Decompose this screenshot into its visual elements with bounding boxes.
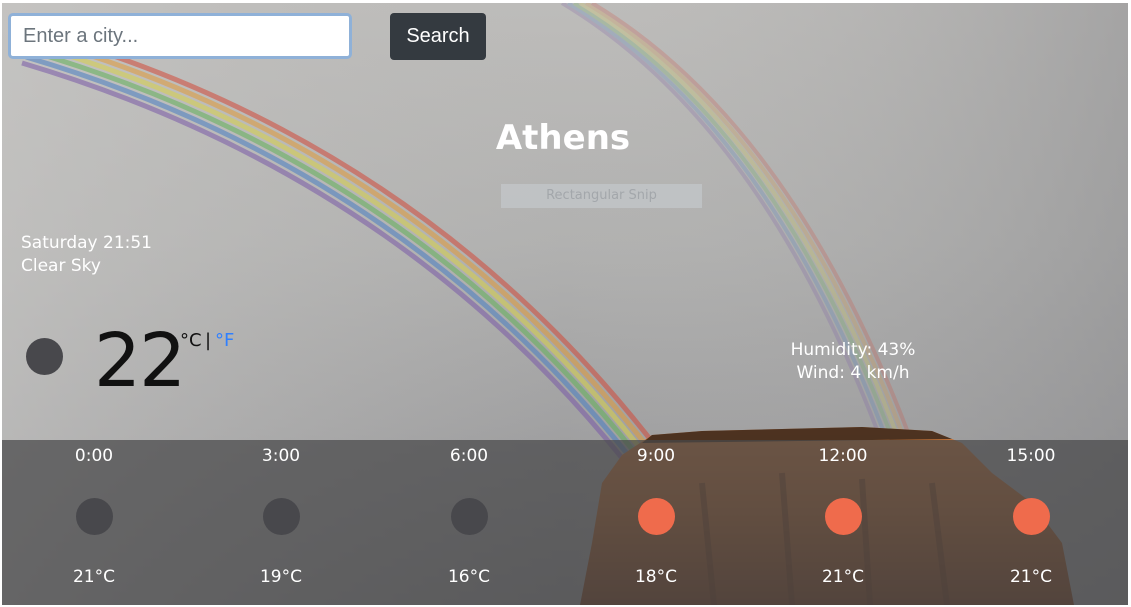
wind-readout: Wind: 4 km/h [796, 363, 910, 383]
forecast-item: 3:00 19°C [221, 440, 341, 605]
unit-separator: | [205, 330, 212, 351]
search-button[interactable]: Search [390, 13, 486, 60]
forecast-temperature: 21°C [72, 567, 115, 587]
forecast-time: 6:00 [449, 446, 489, 466]
celsius-unit[interactable]: °C [180, 330, 202, 351]
moon-icon [263, 498, 300, 535]
forecast-time: 3:00 [261, 446, 301, 466]
forecast-item: 0:00 21°C [34, 440, 154, 605]
humidity-readout: Humidity: 43% [790, 340, 916, 360]
forecast-time: 0:00 [74, 446, 114, 466]
moon-icon [26, 338, 63, 375]
hourly-forecast: 0:00 21°C 3:00 19°C 6:00 16°C 9:00 18°C … [2, 440, 1128, 605]
fahrenheit-toggle[interactable]: °F [215, 330, 234, 351]
sun-icon [1013, 498, 1050, 535]
sun-icon [638, 498, 675, 535]
forecast-time: 9:00 [636, 446, 676, 466]
forecast-temperature: 16°C [447, 567, 490, 587]
weather-app: Search Athens Rectangular Snip Saturday … [0, 0, 1131, 607]
moon-icon [76, 498, 113, 535]
forecast-temperature: 18°C [634, 567, 677, 587]
rectangular-snip-overlay: Rectangular Snip [501, 184, 702, 208]
current-datetime: Saturday 21:51 [21, 233, 153, 253]
city-search-input[interactable] [8, 13, 352, 59]
current-temperature: 22 [94, 318, 186, 404]
forecast-time: 15:00 [1006, 446, 1056, 466]
weather-description: Clear Sky [21, 256, 101, 276]
forecast-temperature: 19°C [259, 567, 302, 587]
forecast-item: 12:00 21°C [783, 440, 903, 605]
forecast-temperature: 21°C [821, 567, 864, 587]
city-name: Athens [495, 118, 631, 158]
forecast-item: 15:00 21°C [971, 440, 1091, 605]
forecast-time: 12:00 [818, 446, 868, 466]
moon-icon [451, 498, 488, 535]
forecast-item: 6:00 16°C [409, 440, 529, 605]
forecast-temperature: 21°C [1009, 567, 1052, 587]
forecast-item: 9:00 18°C [596, 440, 716, 605]
sun-icon [825, 498, 862, 535]
